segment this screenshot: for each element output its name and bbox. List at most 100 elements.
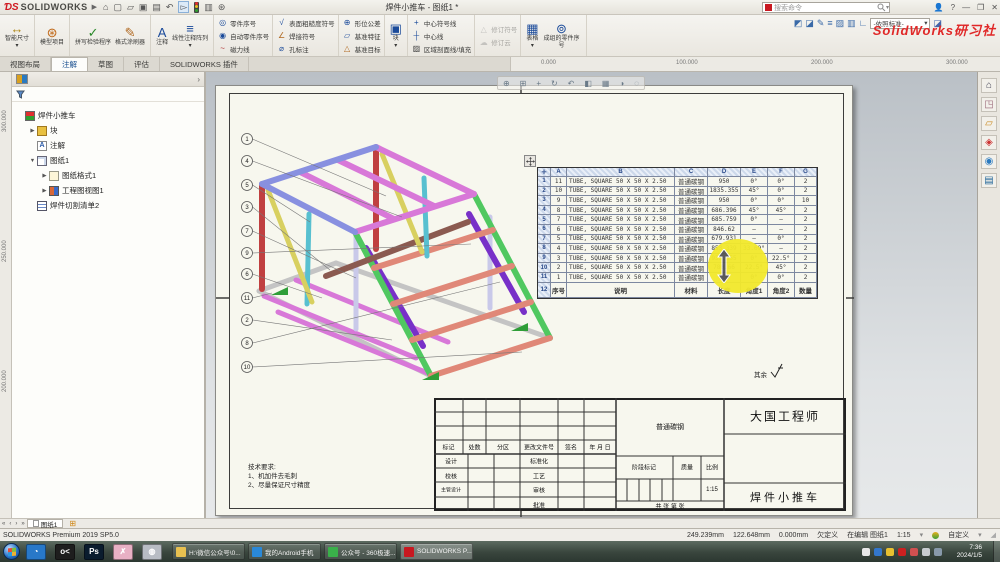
- table-cell[interactable]: 0°: [741, 196, 768, 206]
- ribbon-item-revision-cloud[interactable]: ☁ 修订云: [478, 36, 517, 48]
- technical-notes[interactable]: 技术要求: 1、机加件去毛刺 2、尽量保证尺寸精度: [248, 463, 310, 490]
- tray-icon[interactable]: [862, 547, 870, 556]
- ribbon-item-format-painter[interactable]: ✎ 格式涂刷器: [113, 24, 147, 48]
- table-move-handle-icon[interactable]: [524, 155, 536, 167]
- table-cell[interactable]: 9: [551, 196, 567, 206]
- ribbon-item-block[interactable]: ▣ 块 ▾: [388, 20, 404, 51]
- table-cell[interactable]: TUBE, SQUARE 50 X 50 X 2.50: [567, 205, 675, 216]
- tab-评估[interactable]: 评估: [124, 57, 160, 71]
- table-cell[interactable]: 普通碳钢: [675, 253, 708, 264]
- new-file-icon[interactable]: ▢: [113, 2, 122, 12]
- table-cell[interactable]: 普通碳钢: [675, 186, 708, 197]
- table-cell[interactable]: 0°: [768, 196, 795, 206]
- table-cell[interactable]: 685.759: [708, 215, 741, 225]
- zoom-area-icon[interactable]: ⊞: [520, 79, 527, 88]
- table-cell[interactable]: 普通碳钢: [675, 224, 708, 235]
- pencil-icon[interactable]: ✎: [817, 18, 825, 29]
- tree-filter[interactable]: [12, 87, 204, 102]
- title-block[interactable]: 普通碳钢 阶段标记 质量 比例 1:15 共 张 第 张 大国工程师 焊件小推车…: [434, 398, 846, 511]
- row-number[interactable]: 9: [538, 253, 551, 264]
- code-app-icon[interactable]: o<: [55, 543, 75, 560]
- expander-icon[interactable]: ▼: [28, 158, 37, 164]
- column-header[interactable]: F: [768, 168, 795, 177]
- table-cell[interactable]: 2: [795, 215, 817, 225]
- taskbar-button-android-window[interactable]: 我的Android手机: [248, 543, 321, 560]
- custom-properties-icon[interactable]: ▤: [981, 173, 997, 188]
- next-sheet-button[interactable]: ›: [15, 521, 17, 527]
- table-cell[interactable]: 0°: [768, 177, 795, 187]
- footer-cell[interactable]: 序号: [551, 282, 567, 298]
- table-cell[interactable]: TUBE, SQUARE 50 X 50 X 2.50: [567, 215, 675, 225]
- panel-expand-icon[interactable]: ›: [197, 75, 200, 84]
- table-cell[interactable]: 3: [551, 253, 567, 264]
- table-cell[interactable]: 1835.355: [708, 186, 741, 197]
- expander-icon[interactable]: ▶: [40, 188, 49, 194]
- table-cell[interactable]: 5: [551, 234, 567, 245]
- ribbon-item-area-hatch-fill[interactable]: ▨ 区域剖面线/填充: [411, 43, 472, 55]
- search-dropdown-icon[interactable]: ▾: [886, 4, 889, 11]
- custom-dropdown-icon[interactable]: ▾: [978, 531, 982, 539]
- hatch-icon[interactable]: ▨: [836, 18, 845, 29]
- section-view-icon[interactable]: ◧: [584, 79, 592, 88]
- table-cell[interactable]: 2: [795, 205, 817, 216]
- line-format-icon[interactable]: ≡: [827, 18, 832, 29]
- table-cell[interactable]: 6: [551, 224, 567, 235]
- tree-item-焊件小推车[interactable]: 焊件小推车: [12, 108, 204, 123]
- table-cell[interactable]: TUBE, SQUARE 50 X 50 X 2.50: [567, 234, 675, 245]
- table-cell[interactable]: 7: [551, 215, 567, 225]
- tray-icon[interactable]: [934, 547, 942, 556]
- tray-icon[interactable]: [910, 547, 918, 556]
- column-header[interactable]: C: [675, 168, 708, 177]
- table-cell[interactable]: –: [741, 224, 768, 235]
- tree-item-注解[interactable]: A 注解: [12, 138, 204, 153]
- ribbon-item-model-items[interactable]: ⊛ 模型项目: [38, 24, 66, 48]
- table-cell[interactable]: –: [768, 215, 795, 225]
- column-header[interactable]: D: [708, 168, 741, 177]
- tag-icon[interactable]: [932, 531, 940, 539]
- row-number[interactable]: 1: [538, 177, 551, 187]
- table-cell[interactable]: 普通碳钢: [675, 205, 708, 216]
- print-icon[interactable]: ▤: [152, 2, 161, 12]
- table-cell[interactable]: 45°: [768, 205, 795, 216]
- restore-button[interactable]: ❐: [977, 3, 984, 12]
- tab-注解[interactable]: 注解: [51, 57, 88, 71]
- row-number[interactable]: 3: [538, 196, 551, 206]
- ribbon-item-magnetic-line[interactable]: ~ 磁力线: [217, 43, 269, 55]
- table-cell[interactable]: 45°: [741, 205, 768, 216]
- tab-SOLIDWORKS 插件[interactable]: SOLIDWORKS 插件: [160, 57, 249, 71]
- hide-show-icon[interactable]: ◌: [634, 79, 639, 88]
- table-cell[interactable]: 950: [708, 196, 741, 206]
- taskbar-button-solidworks-window[interactable]: SOLIDWORKS P...: [400, 543, 473, 560]
- table-cell[interactable]: 846.62: [708, 224, 741, 235]
- ribbon-item-geometric-tolerance[interactable]: ⊕ 形位公差: [342, 17, 381, 29]
- ribbon-item-spell-checker[interactable]: ✓ 拼写检验程序: [73, 24, 113, 48]
- app-blue-icon[interactable]: ◔: [26, 543, 46, 560]
- resources-icon[interactable]: ⌂: [981, 78, 997, 93]
- taskbar-button-browser-window[interactable]: 公众号 - 360极速...: [324, 543, 397, 560]
- table-cell[interactable]: 2: [795, 234, 817, 245]
- table-cell[interactable]: 2: [795, 224, 817, 235]
- table-cell[interactable]: 0°: [741, 177, 768, 187]
- ribbon-item-linear-note-pattern[interactable]: ≡ 线性注释阵列 ▾: [170, 20, 210, 51]
- select-cursor-icon[interactable]: ▻: [178, 1, 190, 13]
- save-icon[interactable]: ▣: [139, 2, 148, 12]
- zoom-fit-icon[interactable]: ⊕: [503, 79, 510, 88]
- table-cell[interactable]: 0°: [768, 234, 795, 245]
- row-number[interactable]: 2: [538, 186, 551, 197]
- search-icon[interactable]: [877, 3, 886, 12]
- table-cell[interactable]: –: [768, 244, 795, 254]
- column-header[interactable]: E: [741, 168, 768, 177]
- last-sheet-button[interactable]: »: [21, 521, 24, 527]
- tree-item-工程图视图1[interactable]: ▶ 工程图视图1: [12, 183, 204, 198]
- table-cell[interactable]: 8: [551, 205, 567, 216]
- ribbon-item-center-mark[interactable]: + 中心符号线: [411, 17, 471, 29]
- expander-icon[interactable]: ▶: [40, 173, 49, 179]
- table-cell[interactable]: 45°: [741, 186, 768, 197]
- column-header[interactable]: A: [551, 168, 567, 177]
- expander-icon[interactable]: ▶: [28, 128, 37, 134]
- visibility-traffic-icon[interactable]: [194, 1, 200, 13]
- column-header[interactable]: G: [795, 168, 817, 177]
- add-sheet-icon[interactable]: ⊞: [69, 519, 76, 528]
- table-cell[interactable]: 0°: [741, 215, 768, 225]
- tray-icon[interactable]: [874, 547, 882, 556]
